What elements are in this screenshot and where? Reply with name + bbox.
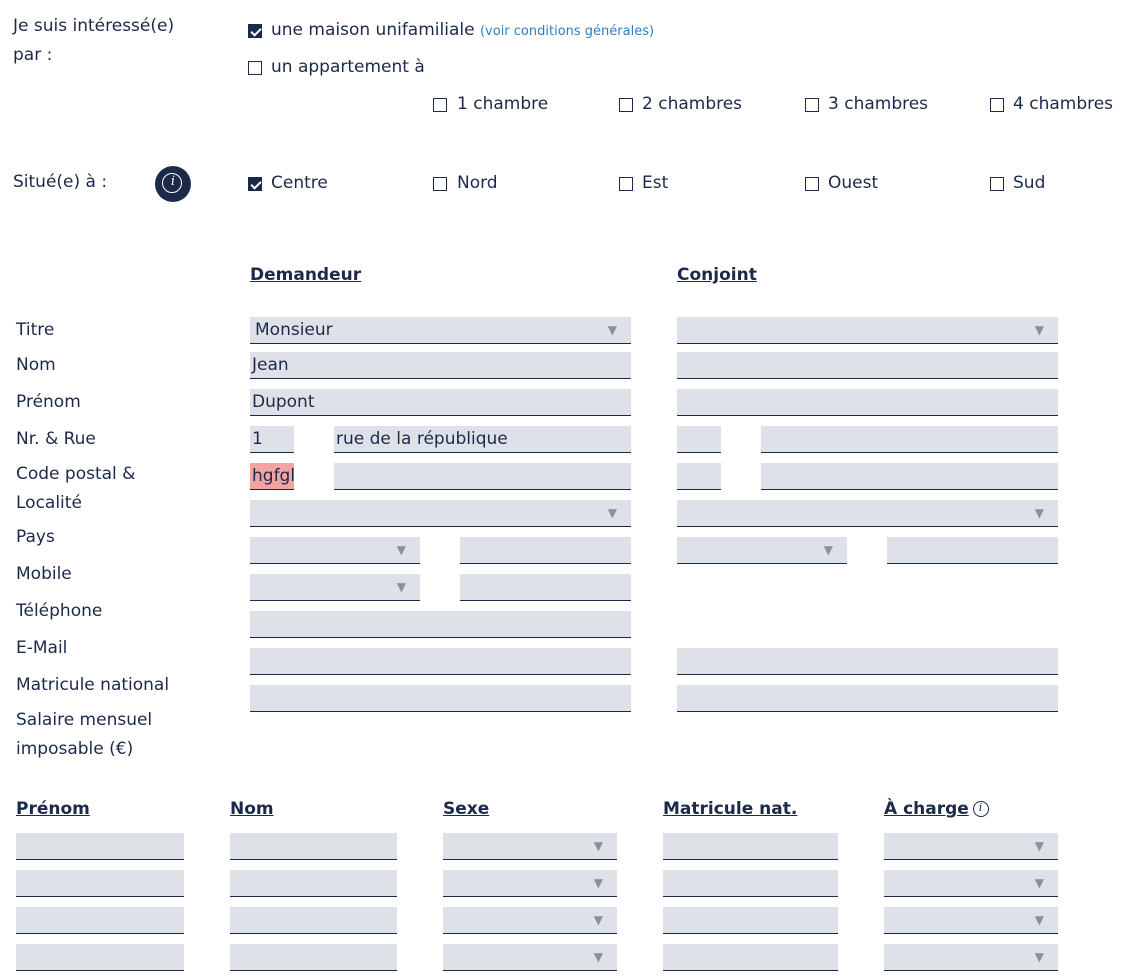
- location-nord-checkbox[interactable]: [433, 177, 447, 191]
- applicant-mobile-input[interactable]: [460, 537, 631, 564]
- child-matricule-input[interactable]: [663, 907, 838, 934]
- room-1-checkbox[interactable]: [433, 98, 447, 112]
- a-charge-info-icon[interactable]: i: [973, 801, 989, 817]
- spouse-titre-select[interactable]: [677, 317, 1058, 344]
- room-4-label[interactable]: 4 chambres: [1013, 94, 1113, 114]
- spouse-mobile-input[interactable]: [887, 537, 1058, 564]
- location-centre-checkbox[interactable]: [248, 177, 262, 191]
- apartment-checkbox[interactable]: [248, 61, 262, 75]
- child-prenom-input[interactable]: [16, 833, 184, 860]
- room-4-checkbox[interactable]: [990, 98, 1004, 112]
- spouse-nom-input[interactable]: [677, 352, 1058, 379]
- apartment-checkbox-label[interactable]: un appartement à: [271, 57, 425, 77]
- child-matricule-input[interactable]: [663, 833, 838, 860]
- child-nom-input[interactable]: [230, 833, 397, 860]
- children-header-sexe: Sexe: [443, 799, 490, 819]
- room-3-label[interactable]: 3 chambres: [828, 94, 928, 114]
- applicant-numero-input[interactable]: 1: [250, 426, 294, 453]
- applicant-matricule-input[interactable]: [250, 648, 631, 675]
- spouse-pays-select[interactable]: [677, 500, 1058, 527]
- location-sud-label[interactable]: Sud: [1013, 173, 1045, 193]
- child-prenom-input[interactable]: [16, 870, 184, 897]
- child-sexe-select[interactable]: [443, 870, 617, 897]
- location-nord-label[interactable]: Nord: [457, 173, 498, 193]
- child-nom-input[interactable]: [230, 870, 397, 897]
- location-est-label[interactable]: Est: [642, 173, 668, 193]
- label-email: E-Mail: [16, 638, 68, 658]
- child-a-charge-select[interactable]: [884, 833, 1058, 860]
- spouse-email-input[interactable]: [677, 648, 1058, 675]
- location-est-checkbox[interactable]: [619, 177, 633, 191]
- label-code-postal: Code postal & Localité: [16, 464, 136, 513]
- room-2-label[interactable]: 2 chambres: [642, 94, 742, 114]
- applicant-telephone-input[interactable]: [460, 574, 631, 601]
- spouse-header: Conjoint: [677, 265, 757, 285]
- children-header-nom: Nom: [230, 799, 274, 819]
- spouse-code-postal-input[interactable]: [677, 463, 721, 490]
- applicant-titre-select[interactable]: Monsieur: [250, 317, 631, 344]
- child-sexe-select[interactable]: [443, 944, 617, 971]
- applicant-rue-input[interactable]: rue de la république: [334, 426, 631, 453]
- spouse-rue-input[interactable]: [761, 426, 1058, 453]
- child-sexe-select[interactable]: [443, 907, 617, 934]
- info-icon[interactable]: i: [155, 166, 191, 202]
- child-nom-input[interactable]: [230, 907, 397, 934]
- room-2-checkbox[interactable]: [619, 98, 633, 112]
- applicant-mobile-prefix-select[interactable]: [250, 537, 420, 564]
- children-header-prenom: Prénom: [16, 799, 90, 819]
- child-matricule-input[interactable]: [663, 944, 838, 971]
- label-telephone: Téléphone: [16, 601, 103, 621]
- interest-label: Je suis intéressé(e) par :: [13, 16, 175, 65]
- applicant-tel-prefix-select[interactable]: [250, 574, 420, 601]
- applicant-salaire-input[interactable]: [250, 685, 631, 712]
- applicant-email-input[interactable]: [250, 611, 631, 638]
- child-nom-input[interactable]: [230, 944, 397, 971]
- location-ouest-checkbox[interactable]: [805, 177, 819, 191]
- label-nom: Nom: [16, 355, 56, 375]
- house-checkbox[interactable]: [248, 24, 262, 38]
- applicant-nom-input[interactable]: Jean: [250, 352, 631, 379]
- applicant-localite-input[interactable]: [334, 463, 631, 490]
- child-prenom-input[interactable]: [16, 907, 184, 934]
- location-label: Situé(e) à :: [13, 172, 108, 192]
- spouse-localite-input[interactable]: [761, 463, 1058, 490]
- label-mobile: Mobile: [16, 564, 72, 584]
- spouse-matricule-input[interactable]: [677, 685, 1058, 712]
- applicant-pays-select[interactable]: [250, 500, 631, 527]
- applicant-prenom-input[interactable]: Dupont: [250, 389, 631, 416]
- child-a-charge-select[interactable]: [884, 907, 1058, 934]
- house-label-text: une maison unifamiliale: [271, 20, 475, 40]
- child-sexe-select[interactable]: [443, 833, 617, 860]
- location-ouest-label[interactable]: Ouest: [828, 173, 878, 193]
- label-matricule: Matricule national: [16, 675, 170, 695]
- children-header-matricule: Matricule nat.: [663, 799, 798, 819]
- room-3-checkbox[interactable]: [805, 98, 819, 112]
- applicant-header: Demandeur: [250, 265, 362, 285]
- spouse-mobile-prefix-select[interactable]: [677, 537, 847, 564]
- location-centre-label[interactable]: Centre: [271, 173, 328, 193]
- label-rue: Nr. & Rue: [16, 429, 96, 449]
- label-pays: Pays: [16, 527, 55, 547]
- child-a-charge-select[interactable]: [884, 944, 1058, 971]
- child-prenom-input[interactable]: [16, 944, 184, 971]
- conditions-link[interactable]: (voir conditions générales): [480, 24, 654, 39]
- spouse-numero-input[interactable]: [677, 426, 721, 453]
- house-checkbox-label[interactable]: une maison unifamiliale (voir conditions…: [271, 20, 654, 40]
- room-1-label[interactable]: 1 chambre: [457, 94, 548, 114]
- label-titre: Titre: [16, 320, 55, 340]
- children-header-a-charge: À charge: [884, 799, 969, 819]
- child-matricule-input[interactable]: [663, 870, 838, 897]
- label-salaire: Salaire mensuel imposable (€): [16, 710, 153, 759]
- label-prenom: Prénom: [16, 392, 81, 412]
- child-a-charge-select[interactable]: [884, 870, 1058, 897]
- spouse-prenom-input[interactable]: [677, 389, 1058, 416]
- applicant-code-postal-input[interactable]: hgfgl: [250, 463, 294, 490]
- location-sud-checkbox[interactable]: [990, 177, 1004, 191]
